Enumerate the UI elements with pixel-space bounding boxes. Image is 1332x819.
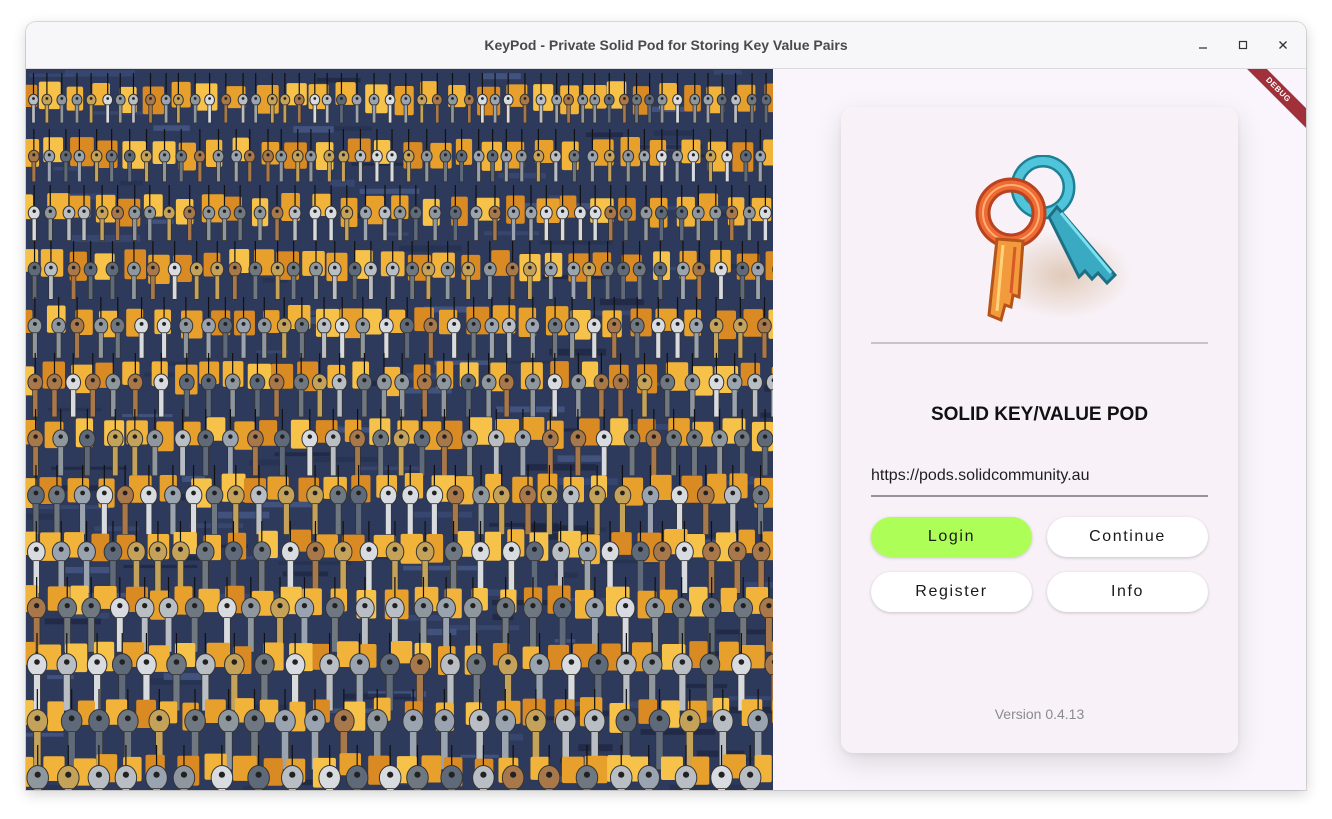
close-icon bbox=[1279, 41, 1287, 49]
login-panel: DEBUG SOLID KEY/VALUE POD https://pods.s… bbox=[773, 69, 1306, 790]
close-button[interactable] bbox=[1272, 34, 1294, 56]
app-title: SOLID KEY/VALUE POD bbox=[930, 404, 1149, 425]
wall-of-keys-image bbox=[26, 69, 773, 790]
login-card: SOLID KEY/VALUE POD Login Continue Regis… bbox=[841, 107, 1238, 753]
window-title: KeyPod - Private Solid Pod for Storing K… bbox=[484, 37, 848, 53]
version-label: Version 0.4.13 bbox=[994, 706, 1085, 722]
keys-logo-icon bbox=[975, 155, 1133, 323]
hero-image bbox=[26, 69, 773, 790]
login-button[interactable]: Login bbox=[871, 517, 1032, 557]
title-bar[interactable]: KeyPod - Private Solid Pod for Storing K… bbox=[26, 22, 1306, 69]
maximize-button[interactable] bbox=[1232, 34, 1254, 56]
register-button[interactable]: Register bbox=[871, 572, 1032, 612]
continue-button[interactable]: Continue bbox=[1047, 517, 1208, 557]
info-button[interactable]: Info bbox=[1047, 572, 1208, 612]
minimize-icon bbox=[1199, 47, 1207, 49]
app-window: KeyPod - Private Solid Pod for Storing K… bbox=[26, 22, 1306, 790]
server-url-input[interactable] bbox=[871, 457, 1208, 497]
divider bbox=[871, 342, 1208, 344]
minimize-button[interactable] bbox=[1192, 34, 1214, 56]
maximize-icon bbox=[1238, 40, 1248, 50]
debug-banner: DEBUG bbox=[1237, 69, 1306, 131]
